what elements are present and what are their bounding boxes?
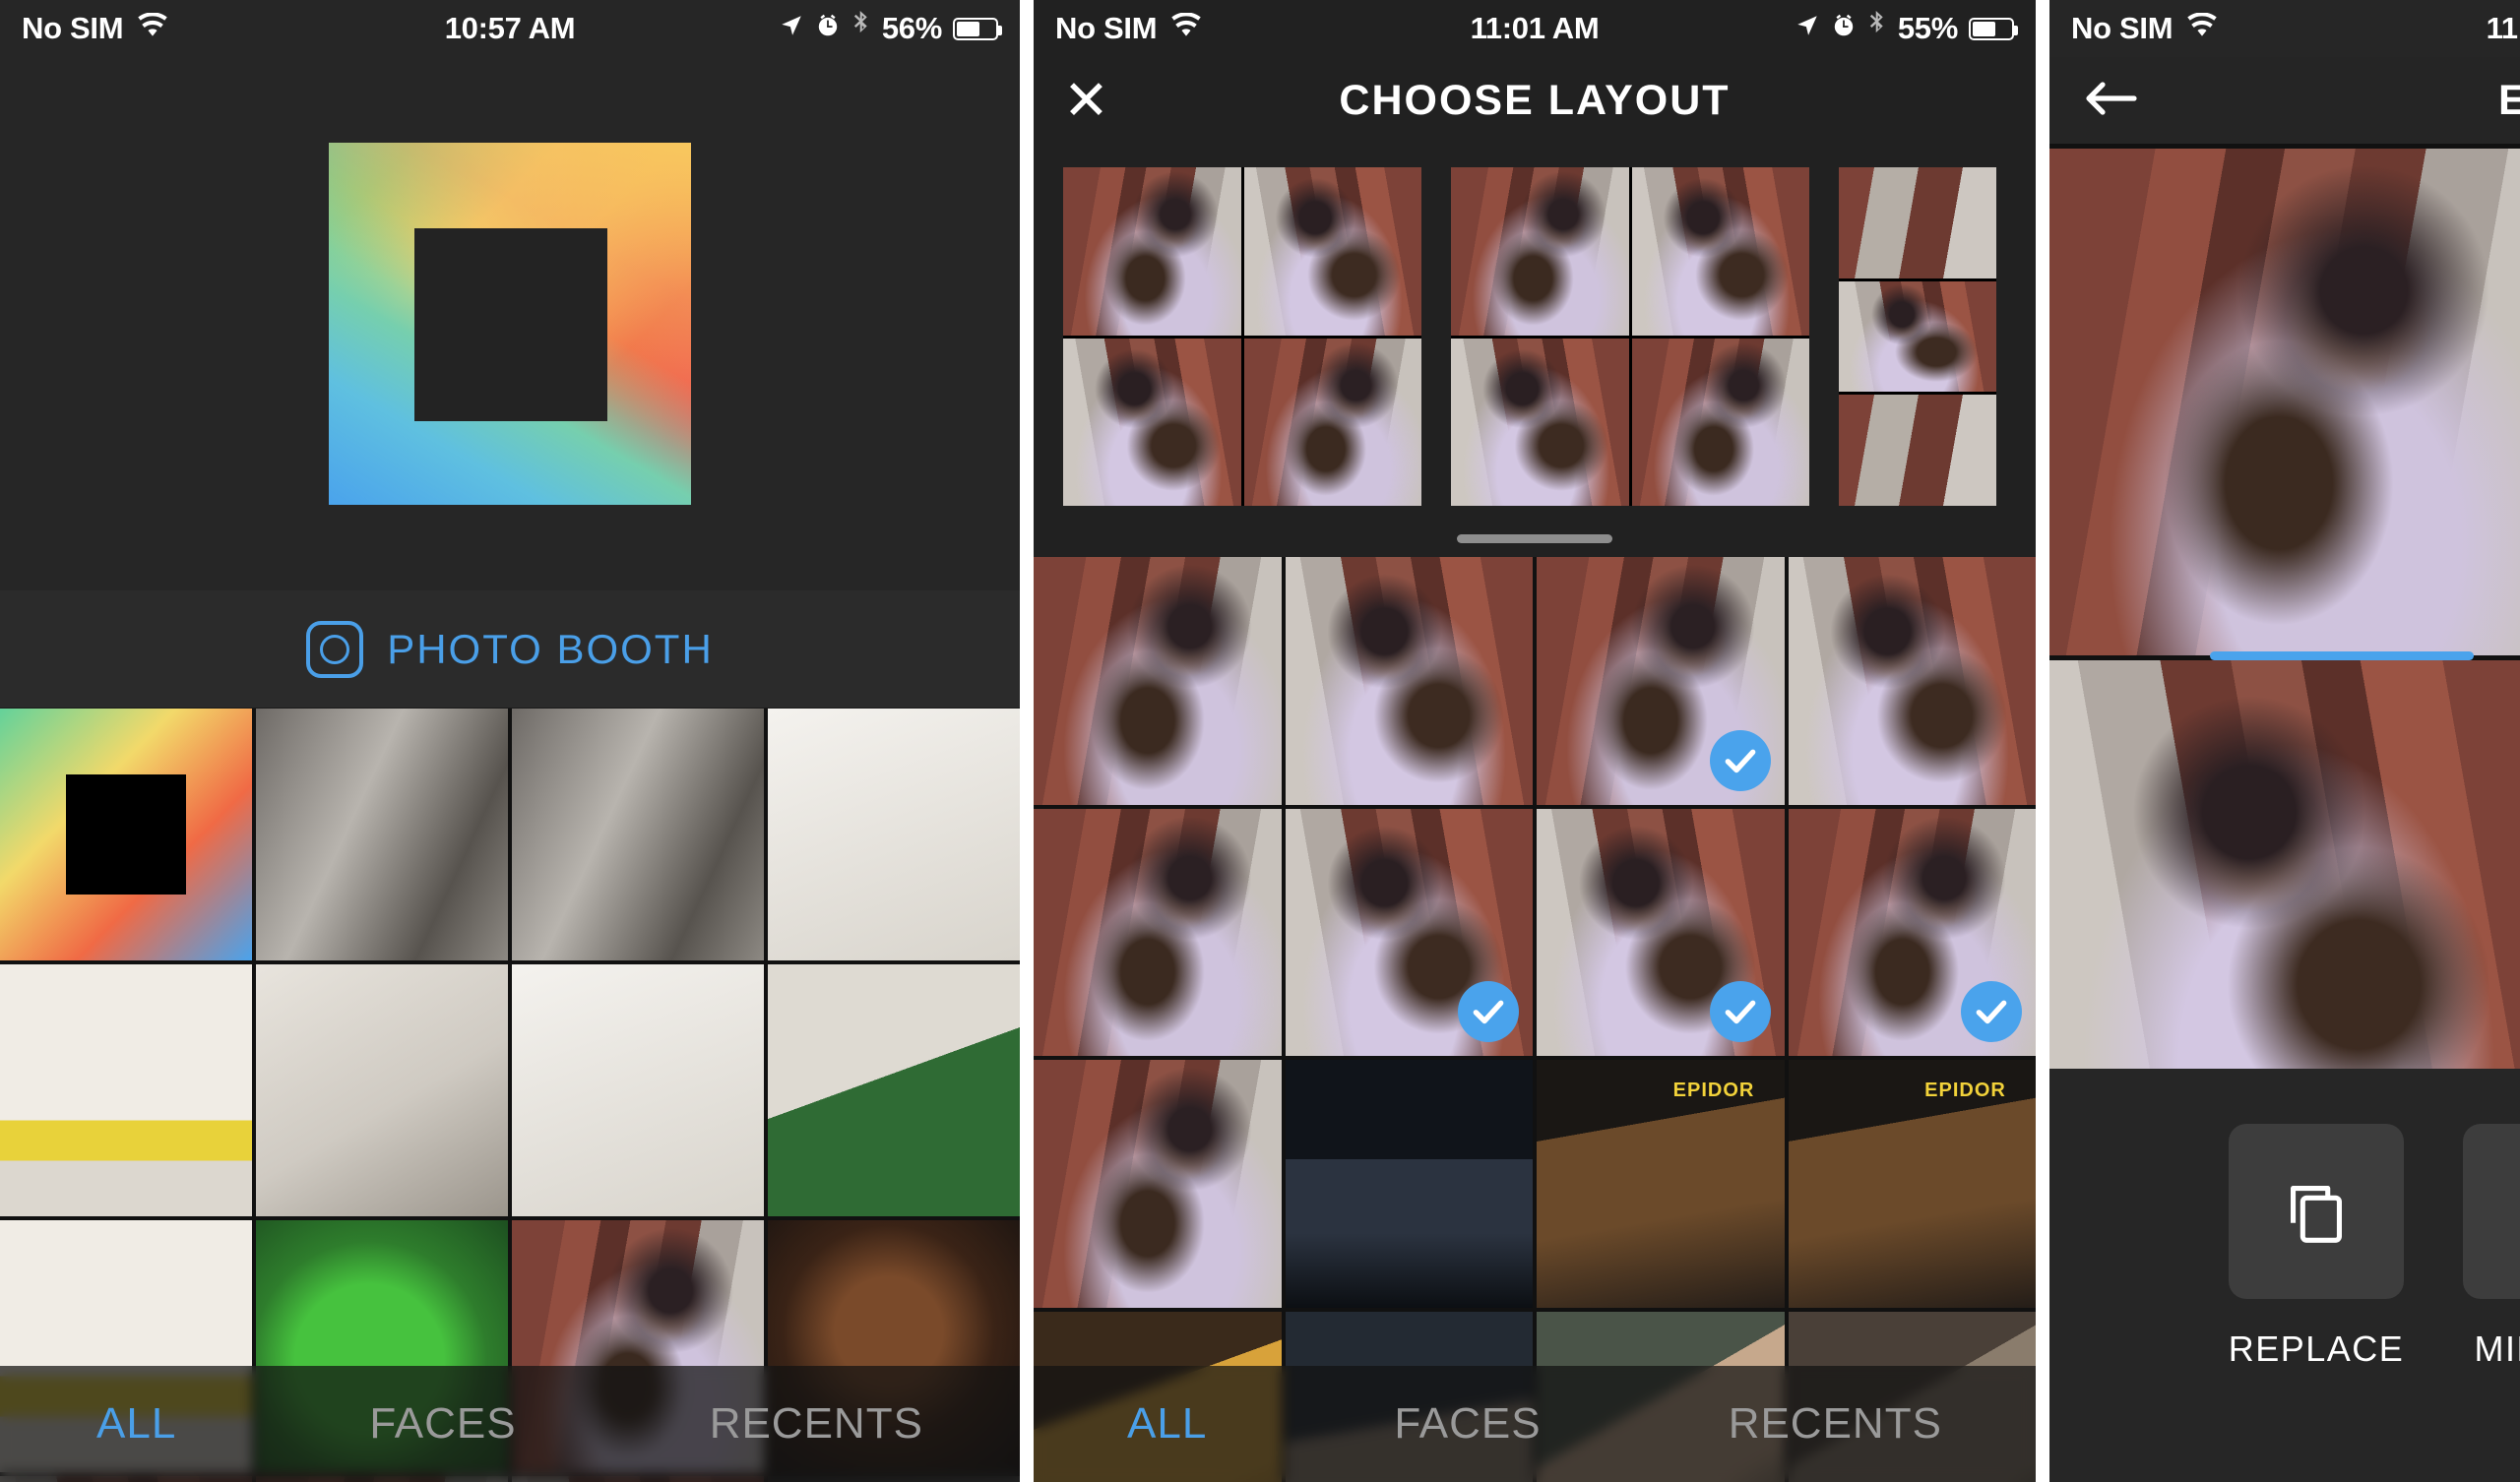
- layout-options-carousel[interactable]: [1034, 144, 2036, 557]
- picker-thumb-selected[interactable]: [1537, 557, 1785, 805]
- camera-icon: [306, 620, 364, 678]
- photo-picker-grid: [1034, 557, 2036, 1482]
- gallery-thumb[interactable]: [256, 964, 508, 1216]
- phone-screen-edit: No SIM 11:01 AM 55%: [2049, 0, 2520, 1482]
- picker-thumb[interactable]: [1788, 557, 2036, 805]
- replace-icon: [2229, 1124, 2404, 1299]
- gallery-thumb[interactable]: [768, 709, 1020, 960]
- nav-bar-choose-layout: ✕ CHOOSE LAYOUT: [1034, 57, 2036, 144]
- tab-all[interactable]: ALL: [1127, 1399, 1207, 1449]
- tab-faces[interactable]: FACES: [369, 1399, 516, 1449]
- replace-label: REPLACE: [2228, 1328, 2405, 1369]
- tab-faces[interactable]: FACES: [1394, 1399, 1541, 1449]
- picker-thumb[interactable]: [1788, 1060, 2036, 1308]
- tab-bar-choose-layout: ALL FACES RECENTS: [1034, 1366, 2036, 1482]
- battery-percent-label: 55%: [1897, 11, 1958, 45]
- photo-booth-label: PHOTO BOOTH: [387, 625, 714, 672]
- mirror-label: MIRROR: [2474, 1328, 2520, 1369]
- wifi-icon: [1169, 11, 1203, 46]
- tab-recents[interactable]: RECENTS: [710, 1399, 923, 1449]
- gallery-thumb[interactable]: [0, 964, 252, 1216]
- picker-thumb-selected[interactable]: [1285, 808, 1533, 1056]
- status-bar-edit: No SIM 11:01 AM 55%: [2049, 0, 2520, 57]
- check-icon: [1458, 981, 1519, 1042]
- carousel-scroll-indicator[interactable]: [1457, 534, 1612, 543]
- mirror-icon: [2463, 1124, 2520, 1299]
- phone-screen-choose-layout: No SIM 11:01 AM 55% ✕ CHOOSE LAYOUT EPID…: [1034, 0, 2036, 1482]
- layout-option-1x3[interactable]: [1839, 167, 1996, 506]
- picker-thumb[interactable]: [1285, 1060, 1533, 1308]
- close-icon[interactable]: ✕: [1063, 73, 1109, 128]
- location-arrow-icon: [1795, 11, 1820, 46]
- picker-thumb-selected[interactable]: [1788, 808, 2036, 1056]
- page-title: CHOOSE LAYOUT: [1339, 76, 1731, 124]
- battery-icon: [1969, 17, 2018, 40]
- panel-divider: [2036, 0, 2049, 1482]
- tab-all[interactable]: ALL: [96, 1399, 176, 1449]
- edit-toolbar: REPLACE MIRROR: [2049, 1069, 2520, 1482]
- status-bar-choose-layout: No SIM 11:01 AM 55%: [1034, 0, 2036, 57]
- check-icon: [1709, 981, 1771, 1042]
- layout-logo: [329, 143, 691, 505]
- picker-thumb[interactable]: [1285, 557, 1533, 805]
- panel-divider: [1020, 0, 1034, 1482]
- tab-recents[interactable]: RECENTS: [1729, 1399, 1942, 1449]
- collage-cell-top-left[interactable]: [2049, 149, 2520, 655]
- carrier-label: No SIM: [22, 11, 124, 45]
- picker-thumb-selected[interactable]: [1537, 808, 1785, 1056]
- battery-percent-label: 56%: [881, 11, 942, 45]
- battery-icon: [953, 17, 1002, 40]
- location-arrow-icon: [779, 11, 804, 46]
- picker-thumb[interactable]: [1034, 808, 1282, 1056]
- phone-screen-home: No SIM 10:57 AM 56% PHOTO BOOTH ALL FACE…: [0, 0, 1020, 1482]
- layout-logo-area: [0, 0, 1020, 590]
- bluetooth-icon: [1867, 11, 1887, 46]
- replace-tool[interactable]: REPLACE: [2229, 1124, 2404, 1370]
- wifi-icon: [2185, 11, 2219, 46]
- gallery-thumb[interactable]: [0, 709, 252, 960]
- check-icon: [1709, 729, 1771, 791]
- picker-thumb[interactable]: [1537, 1060, 1785, 1308]
- gallery-thumb[interactable]: [512, 964, 764, 1216]
- photo-booth-button[interactable]: PHOTO BOOTH: [0, 590, 1020, 709]
- gallery-thumb[interactable]: [512, 709, 764, 960]
- status-bar-home: No SIM 10:57 AM 56%: [0, 0, 1020, 57]
- mirror-tool[interactable]: MIRROR: [2463, 1124, 2520, 1370]
- layout-option-2x2-a[interactable]: [1063, 167, 1421, 506]
- check-icon: [1961, 981, 2022, 1042]
- picker-thumb[interactable]: [1034, 1060, 1282, 1308]
- picker-thumb[interactable]: [1034, 557, 1282, 805]
- nav-bar-edit: EDIT SAVE: [2049, 57, 2520, 144]
- carrier-label: No SIM: [1055, 11, 1158, 45]
- gallery-thumb[interactable]: [768, 964, 1020, 1216]
- tab-bar-home: ALL FACES RECENTS: [0, 1366, 1020, 1482]
- carrier-label: No SIM: [2071, 11, 2174, 45]
- layout-option-2x2-b[interactable]: [1451, 167, 1809, 506]
- bluetooth-icon: [851, 11, 871, 46]
- horizontal-divider-handle[interactable]: [2209, 651, 2474, 660]
- collage-canvas[interactable]: [2049, 144, 2520, 1167]
- alarm-clock-icon: [1831, 11, 1857, 46]
- alarm-clock-icon: [815, 11, 841, 46]
- screenshot-strip: No SIM 10:57 AM 56% PHOTO BOOTH ALL FACE…: [0, 0, 2520, 1482]
- wifi-icon: [136, 11, 169, 46]
- gallery-thumb[interactable]: [256, 709, 508, 960]
- back-arrow-icon[interactable]: [2083, 79, 2138, 123]
